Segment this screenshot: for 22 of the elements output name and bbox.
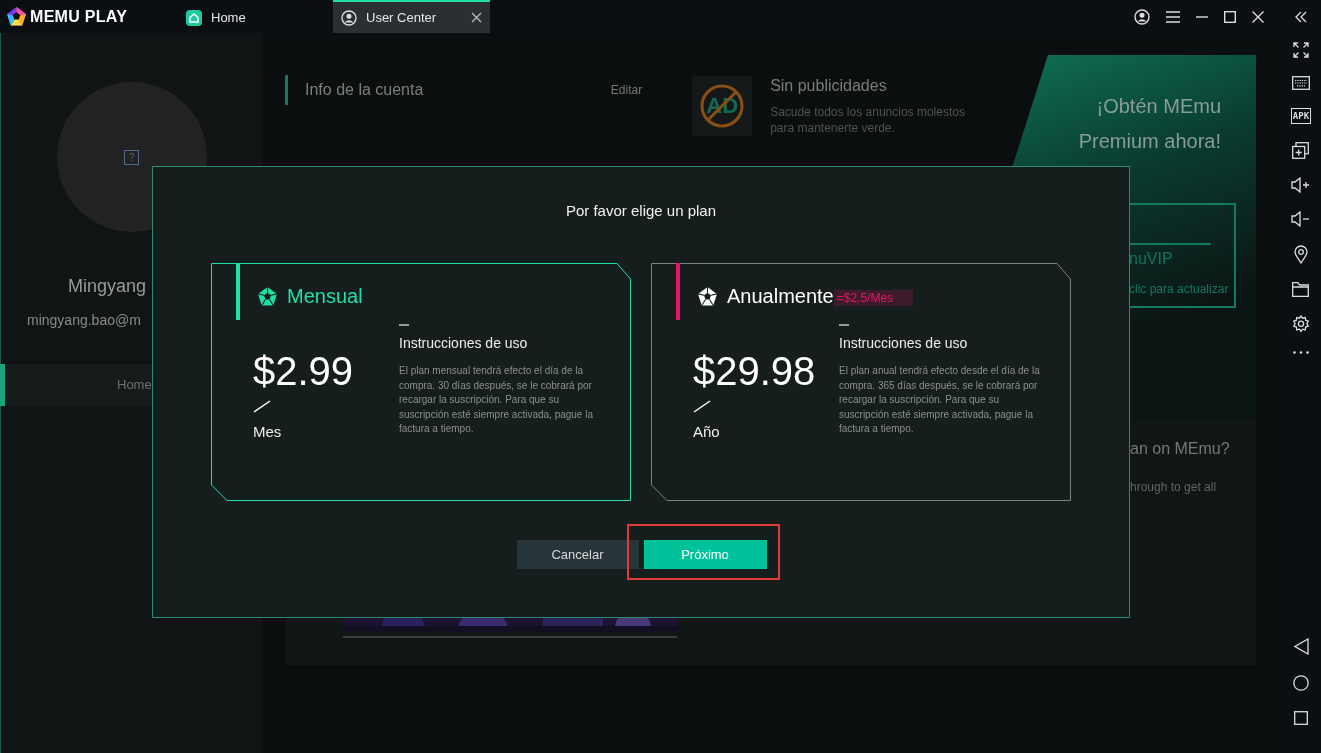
promo-headline: ¡Obtén MEmu [1095, 94, 1221, 119]
instructions-text: El plan anual tendrá efecto desde el día de la compra. 365 días después, se le cobrará por recargar la suscripción. Para que su suscripción esté siempre activada, pague la factura a tiempo. [839, 364, 1041, 436]
feature-description: Sacude todos los anuncios molestos para mantenerte verde. [770, 104, 966, 136]
plan-price: $29.98 [693, 349, 817, 393]
plan-discount: =$2.5/Mes [833, 289, 914, 306]
user-email: mingyang.bao@m [27, 311, 141, 329]
panel-title: an on MEmu? [1130, 440, 1230, 458]
plan-name: Mensual [287, 285, 363, 308]
plan-name: Anualmente [727, 285, 834, 308]
instructions-title: Instrucciones de uso [839, 334, 969, 352]
app-logo-text: MEMU PLAY [30, 7, 128, 26]
user-name: Mingyang [68, 275, 147, 297]
broken-image-icon: ? [124, 149, 139, 165]
billing-period: Mes [253, 423, 283, 440]
instructions-text: El plan mensual tendrá efecto el día de la compra. 30 días después, se le cobrará por recargar la suscripción. Para que su suscripción esté siempre activada, pague la factura a tiempo. [399, 364, 594, 436]
instructions-title: Instrucciones de uso [399, 334, 529, 352]
section-title: Info de la cuenta [305, 81, 424, 99]
promo-headline: Premium ahora! [1078, 129, 1221, 154]
panel-text: hrough to get all [1130, 480, 1218, 494]
dialog-title: Por favor elige un plan [565, 201, 717, 221]
billing-period: Año [693, 423, 721, 440]
feature-title: Sin publicidades [770, 77, 888, 95]
